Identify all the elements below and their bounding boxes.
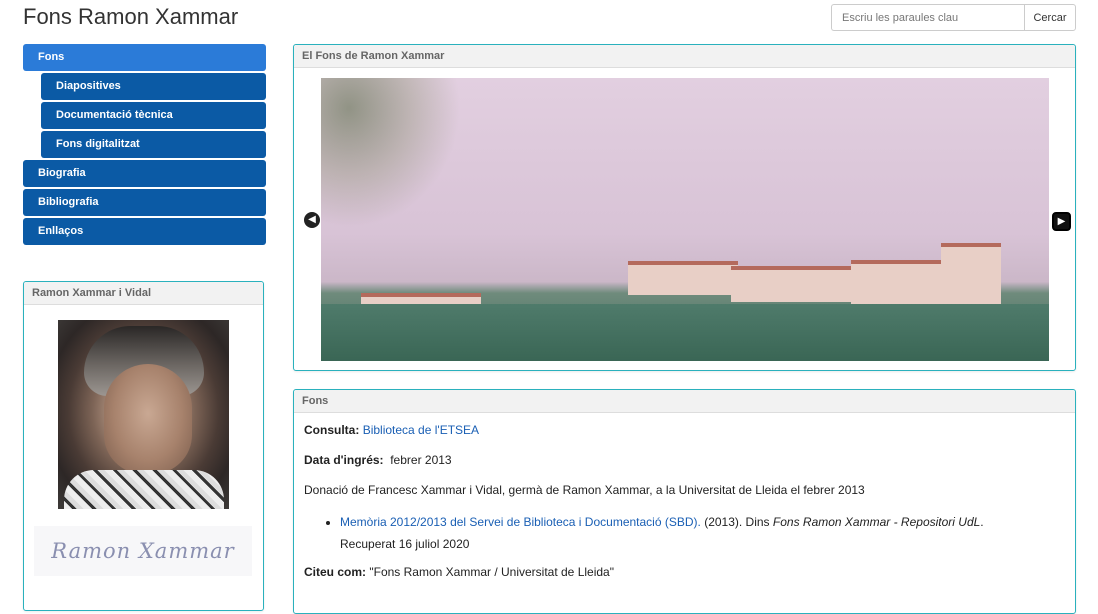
nav-item-biografia[interactable]: Biografia — [23, 160, 266, 187]
search-form: Cercar — [831, 4, 1076, 31]
slide-building — [851, 260, 946, 304]
consulta-link[interactable]: Biblioteca de l'ETSEA — [363, 423, 479, 437]
nav-item-documentacio-tecnica[interactable]: Documentació tècnica — [41, 102, 266, 129]
nav-item-diapositives[interactable]: Diapositives — [41, 73, 266, 100]
slide-building — [731, 266, 861, 302]
reference-list: Memòria 2012/2013 del Servei de Bibliote… — [304, 511, 1065, 555]
reference-item: Memòria 2012/2013 del Servei de Bibliote… — [340, 511, 1065, 555]
portrait-shirt — [64, 470, 224, 509]
nav-item-bibliografia[interactable]: Bibliografia — [23, 189, 266, 216]
portrait-photo — [58, 320, 229, 509]
fons-panel-heading: Fons — [294, 390, 1075, 413]
ref-source: Fons Ramon Xammar - Repositori UdL — [772, 515, 981, 529]
slide-field — [321, 304, 1049, 361]
nav-item-fons-digitalitzat[interactable]: Fons digitalitzat — [41, 131, 266, 158]
ref-recuperat: Recuperat 16 juliol 2020 — [340, 537, 470, 551]
profile-panel-heading: Ramon Xammar i Vidal — [24, 282, 263, 305]
data-ingres-value: febrer 2013 — [390, 453, 452, 467]
data-ingres-label: Data d'ingrés: — [304, 453, 384, 467]
citeu-line: Citeu com: "Fons Ramon Xammar / Universi… — [304, 563, 1065, 581]
profile-panel: Ramon Xammar i Vidal Ramon Xammar — [23, 281, 264, 611]
ref-year: (2013). Dins — [700, 515, 773, 529]
carousel-panel-heading: El Fons de Ramon Xammar — [294, 45, 1075, 68]
donacio-text: Donació de Francesc Xammar i Vidal, germ… — [304, 483, 865, 497]
memoria-link[interactable]: Memòria 2012/2013 del Servei de Bibliote… — [340, 515, 701, 529]
nav-item-enllacos[interactable]: Enllaços — [23, 218, 266, 245]
slide-building — [628, 261, 738, 295]
carousel-next-icon[interactable]: ▶ — [1052, 212, 1071, 231]
consulta-line: Consulta: Biblioteca de l'ETSEA — [304, 421, 1065, 439]
search-button[interactable]: Cercar — [1024, 4, 1076, 31]
slide-tree — [321, 78, 461, 228]
citeu-label: Citeu com: — [304, 565, 367, 579]
carousel-prev-icon[interactable]: ◀ — [304, 212, 320, 228]
consulta-label: Consulta: — [304, 423, 360, 437]
fons-content: Consulta: Biblioteca de l'ETSEA Data d'i… — [294, 413, 1075, 601]
ref-end: . — [980, 515, 984, 529]
portrait-face — [104, 364, 192, 474]
search-input[interactable] — [831, 4, 1024, 31]
nav-item-fons[interactable]: Fons — [23, 44, 266, 71]
carousel-panel: El Fons de Ramon Xammar ◀ ▶ — [293, 44, 1076, 371]
slide-building — [941, 243, 1001, 305]
data-ingres-line: Data d'ingrés: febrer 2013 — [304, 451, 1065, 469]
sidebar-nav: Fons Diapositives Documentació tècnica F… — [23, 44, 266, 247]
site-title: Fons Ramon Xammar — [23, 4, 239, 29]
citeu-value: "Fons Ramon Xammar / Universitat de Llei… — [369, 565, 614, 579]
signature-image: Ramon Xammar — [34, 526, 252, 576]
fons-panel: Fons Consulta: Biblioteca de l'ETSEA Dat… — [293, 389, 1076, 614]
carousel-slide-image — [321, 78, 1049, 361]
